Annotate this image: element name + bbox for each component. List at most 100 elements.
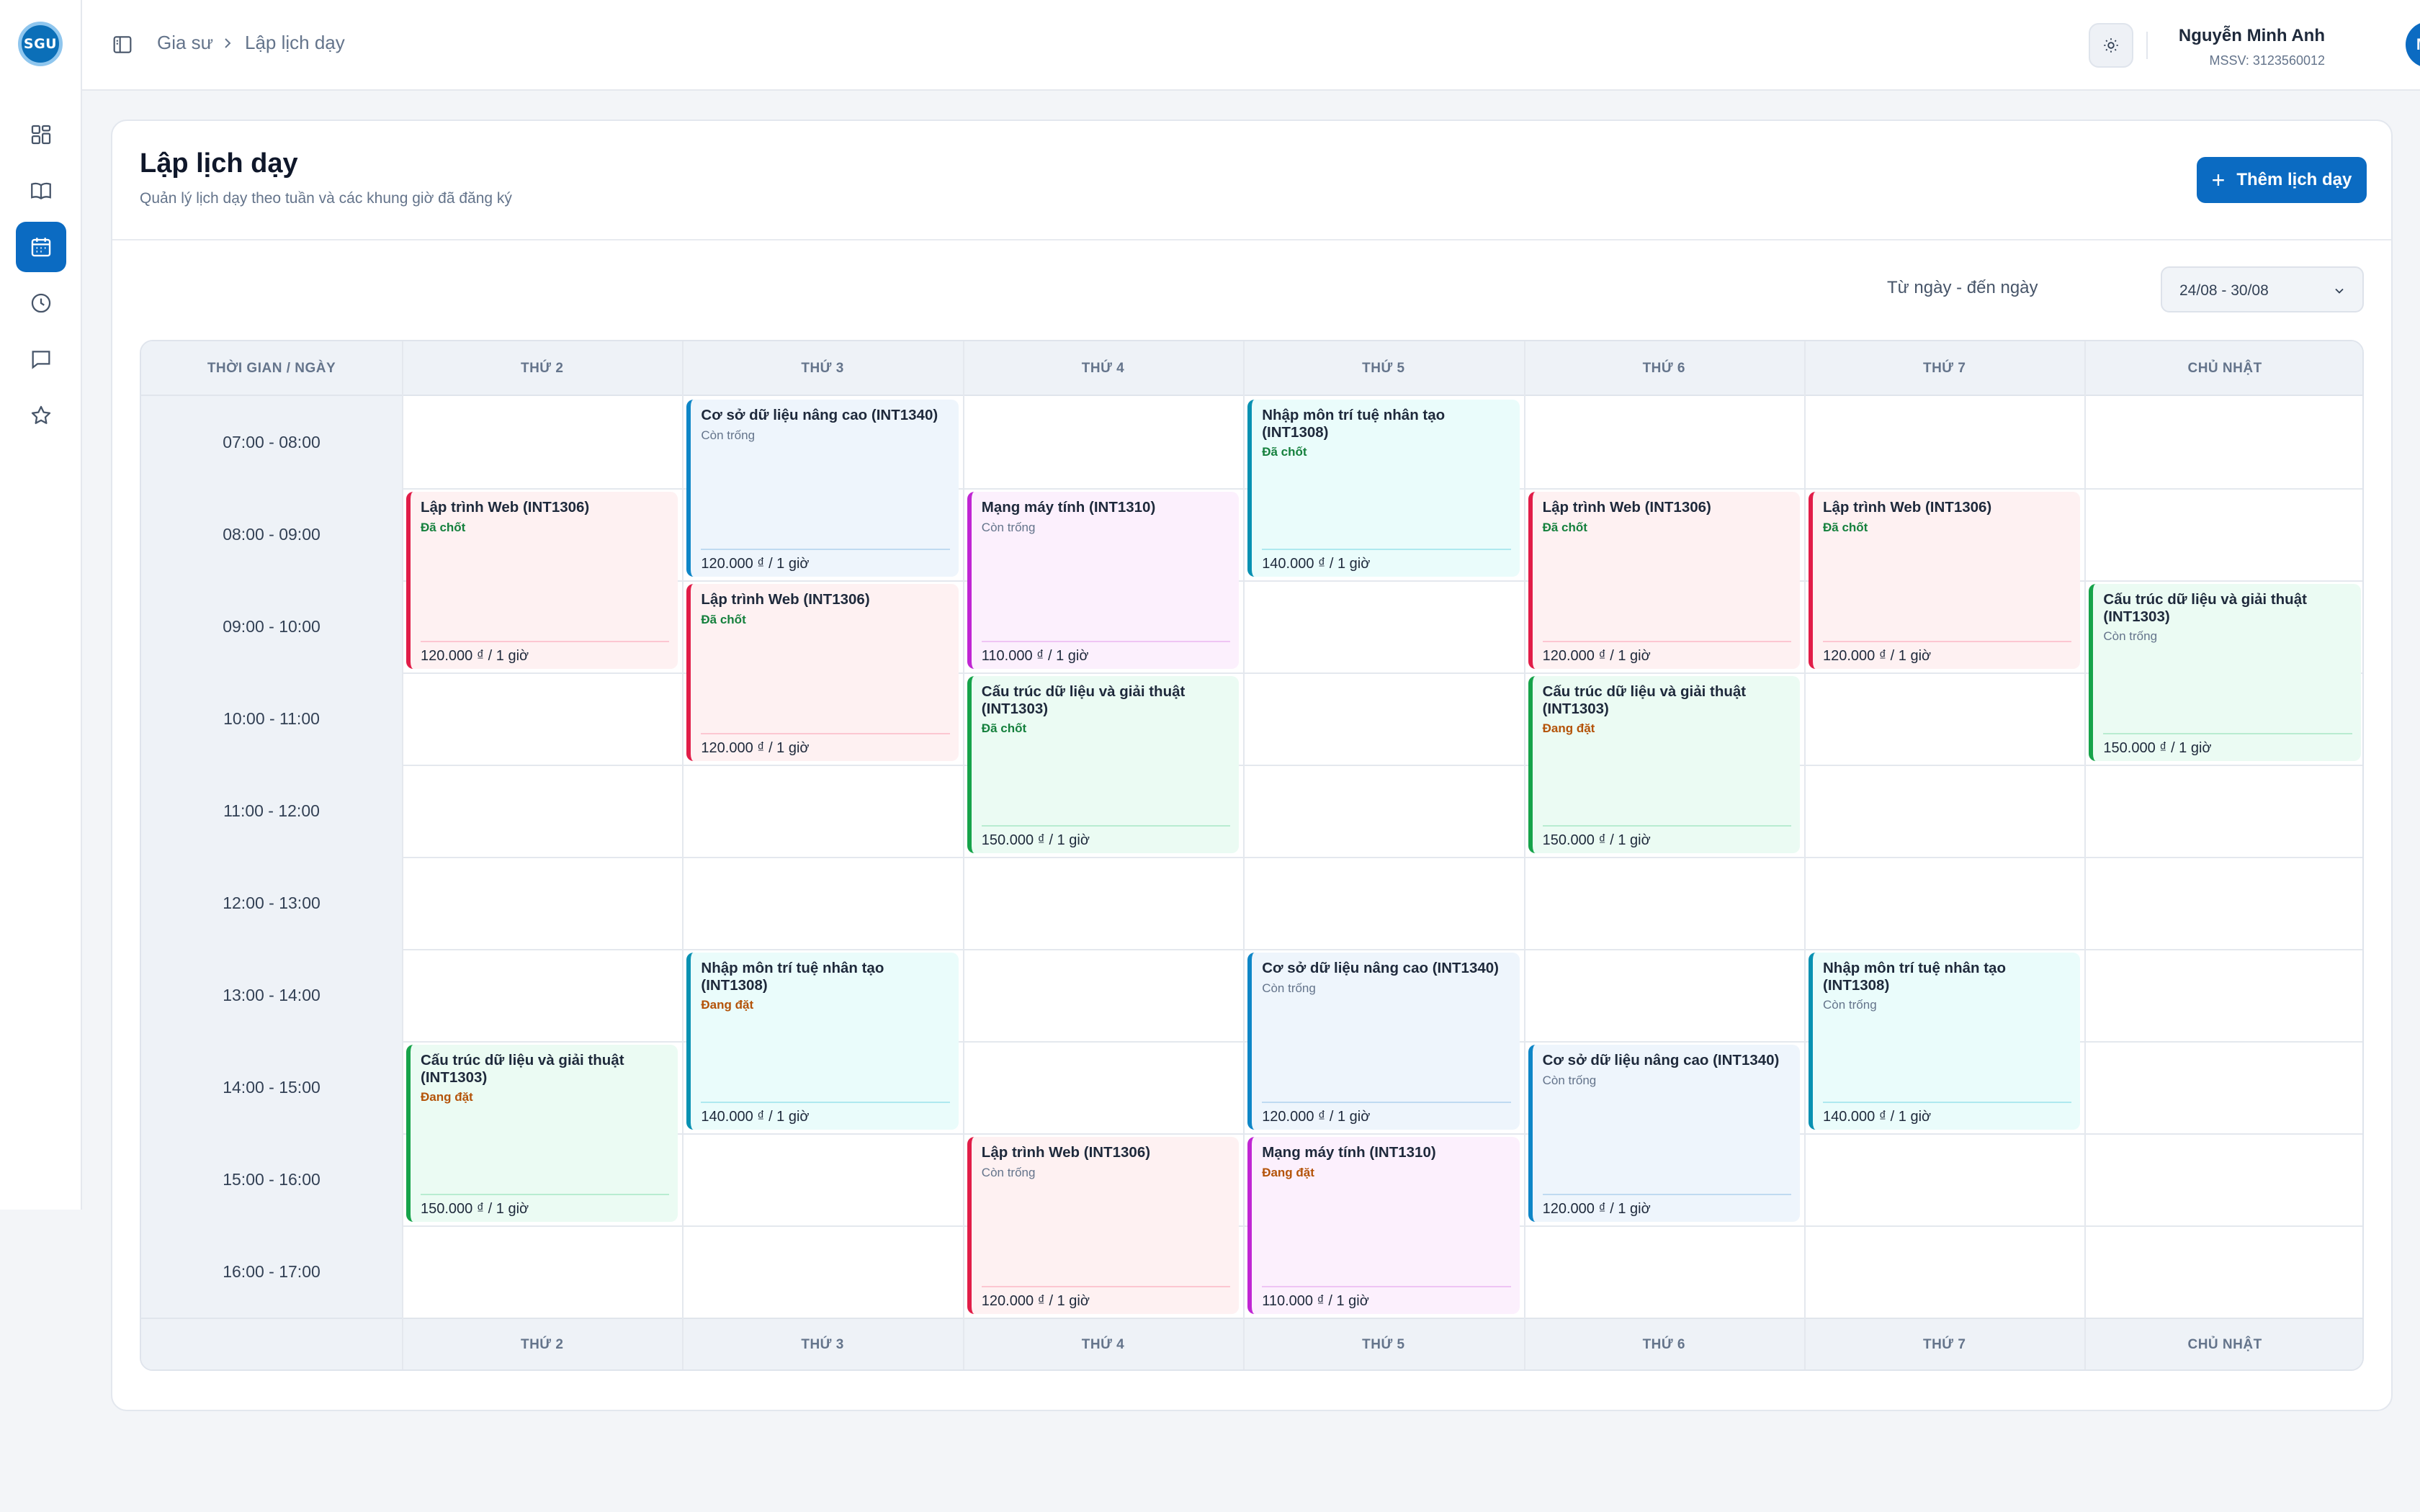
grid-row-divider <box>402 765 2362 766</box>
time-slot-label: 11:00 - 12:00 <box>223 801 320 820</box>
schedule-event-card[interactable]: Mạng máy tính (INT1310) Còn trống 110.000 … <box>967 492 1240 669</box>
sidebar-item-messages[interactable] <box>16 334 66 384</box>
add-schedule-button[interactable]: + Thêm lịch dạy <box>2197 157 2367 203</box>
event-price: 120.000 ₫ / 1 giờ <box>1542 641 1791 665</box>
event-status: Đã chốt <box>1262 445 1307 459</box>
star-icon <box>31 405 51 424</box>
event-price: 150.000 ₫ / 1 giờ <box>2103 733 2352 757</box>
grid-column-divider <box>1804 341 1806 1369</box>
sidebar-item-courses[interactable] <box>16 166 66 216</box>
time-slot-label: 14:00 - 15:00 <box>223 1077 321 1097</box>
schedule-event-card[interactable]: Mạng máy tính (INT1310) Đang đặt 110.000 ₫… <box>1247 1137 1520 1314</box>
chat-icon <box>32 351 50 369</box>
event-status: Đã chốt <box>701 612 746 626</box>
schedule-grid: THỜI GIAN / NGÀY THỨ 2 THỨ 2 THỨ 3 THỨ 3 THỨ… <box>140 340 2364 1371</box>
schedule-event-card[interactable]: Cấu trúc dữ liệu và giải thuật (INT1303)… <box>406 1045 678 1222</box>
event-title: Cấu trúc dữ liệu và giải thuật (INT1303) <box>1542 683 1747 717</box>
day-header: CHỦ NHẬT <box>2187 361 2262 376</box>
day-header: THỨ 6 <box>1642 361 1685 376</box>
event-title: Cấu trúc dữ liệu và giải thuật (INT1303) <box>2103 591 2307 625</box>
schedule-event-card[interactable]: Cấu trúc dữ liệu và giải thuật (INT1303)… <box>1528 676 1800 853</box>
event-status: Còn trống <box>981 1165 1036 1179</box>
event-title: Nhập môn trí tuệ nhân tạo (INT1308) <box>1262 407 1446 441</box>
book-icon <box>31 182 51 199</box>
breadcrumb-current: Lập lịch dạy <box>245 32 345 53</box>
event-title: Lập trình Web (INT1306) <box>701 591 870 608</box>
sidebar: SGU <box>0 0 82 1210</box>
event-status: Còn trống <box>1823 998 1877 1012</box>
event-title: Nhập môn trí tuệ nhân tạo (INT1308) <box>701 960 884 994</box>
sidebar-item-schedule[interactable] <box>16 222 66 272</box>
day-footer: THỨ 3 <box>801 1337 844 1352</box>
sidebar-item-reviews[interactable] <box>16 390 66 441</box>
chevron-down-icon <box>2335 288 2344 294</box>
time-slot-label: 09:00 - 10:00 <box>223 616 321 636</box>
schedule-event-card[interactable]: Lập trình Web (INT1306) Đã chốt 120.000 ₫ … <box>1528 492 1800 669</box>
time-slot-label: 16:00 - 17:00 <box>223 1261 321 1281</box>
schedule-event-card[interactable]: Nhập môn trí tuệ nhân tạo (INT1308) Đang … <box>686 953 959 1130</box>
event-price: 140.000 ₫ / 1 giờ <box>1823 1102 2072 1125</box>
grid-row-divider <box>402 857 2362 858</box>
breadcrumb-parent[interactable]: Gia sư <box>157 32 213 54</box>
event-title: Cấu trúc dữ liệu và giải thuật (INT1303) <box>981 683 1186 717</box>
schedule-event-card[interactable]: Nhập môn trí tuệ nhân tạo (INT1308) Đã ch… <box>1247 400 1520 577</box>
date-range-select[interactable]: 24/08 - 30/08 <box>2161 266 2364 312</box>
event-status: Còn trống <box>1542 1073 1597 1087</box>
schedule-event-card[interactable]: Lập trình Web (INT1306) Đã chốt 120.000 ₫ … <box>1809 492 2081 669</box>
top-header: Gia sư Lập lịch dạy Nguyễn Minh Anh MSSV… <box>82 0 2420 91</box>
schedule-event-card[interactable]: Lập trình Web (INT1306) Đã chốt 120.000 ₫ … <box>406 492 678 669</box>
event-price: 140.000 ₫ / 1 giờ <box>1262 549 1511 572</box>
avatar[interactable]: MA <box>2406 22 2420 68</box>
schedule-event-card[interactable]: Cơ sở dữ liệu nâng cao (INT1340) Còn trốn… <box>1247 953 1520 1130</box>
theme-toggle-button[interactable] <box>2089 23 2133 68</box>
event-price: 140.000 ₫ / 1 giờ <box>701 1102 950 1125</box>
event-price: 150.000 ₫ / 1 giờ <box>421 1194 670 1218</box>
time-slot-label: 13:00 - 14:00 <box>223 985 321 1004</box>
sgu-logo[interactable]: SGU <box>18 22 63 66</box>
event-status: Còn trống <box>701 428 756 442</box>
day-header: THỨ 7 <box>1922 361 1966 376</box>
schedule-event-card[interactable]: Lập trình Web (INT1306) Đã chốt 120.000 ₫ … <box>686 584 959 761</box>
event-status: Còn trống <box>981 520 1036 534</box>
schedule-event-card[interactable]: Cơ sở dữ liệu nâng cao (INT1340) Còn trốn… <box>1528 1045 1800 1222</box>
plus-icon: + <box>2211 167 2226 193</box>
day-footer: THỨ 6 <box>1642 1337 1685 1352</box>
day-footer: THỨ 5 <box>1362 1337 1405 1352</box>
event-price: 150.000 ₫ / 1 giờ <box>981 825 1231 849</box>
event-status: Đang đặt <box>421 1090 473 1104</box>
grid-row-divider <box>402 1133 2362 1135</box>
card-header: Lập lịch dạy Quản lý lịch dạy theo tuần … <box>112 121 2391 240</box>
sidebar-item-history[interactable] <box>16 278 66 328</box>
event-price: 150.000 ₫ / 1 giờ <box>1542 825 1791 849</box>
date-range-value: 24/08 - 30/08 <box>2179 282 2269 299</box>
schedule-event-card[interactable]: Lập trình Web (INT1306) Còn trống 120.000 … <box>967 1137 1240 1314</box>
grid-row-divider <box>402 949 2362 950</box>
user-name: Nguyễn Minh Anh <box>2178 26 2325 45</box>
schedule-event-card[interactable]: Cấu trúc dữ liệu và giải thuật (INT1303)… <box>2089 584 2361 761</box>
event-title: Mạng máy tính (INT1310) <box>981 499 1156 516</box>
event-status: Đã chốt <box>1542 520 1587 534</box>
event-price: 120.000 ₫ / 1 giờ <box>1262 1102 1511 1125</box>
corner-label: THỜI GIAN / NGÀY <box>207 361 336 376</box>
grid-icon <box>31 125 51 145</box>
event-price: 120.000 ₫ / 1 giờ <box>701 549 950 572</box>
sun-icon <box>2104 38 2118 53</box>
grid-column-divider <box>2084 341 2087 1369</box>
event-price: 120.000 ₫ / 1 giờ <box>981 1286 1231 1310</box>
event-status: Đang đặt <box>1542 721 1595 736</box>
time-slot-label: 08:00 - 09:00 <box>223 524 321 544</box>
schedule-event-card[interactable]: Cấu trúc dữ liệu và giải thuật (INT1303)… <box>967 676 1240 853</box>
event-price: 110.000 ₫ / 1 giờ <box>981 641 1231 665</box>
sidebar-item-dashboard[interactable] <box>16 109 66 160</box>
event-title: Cơ sở dữ liệu nâng cao (INT1340) <box>701 407 938 423</box>
event-status: Đang đặt <box>1262 1165 1314 1179</box>
day-footer: THỨ 2 <box>520 1337 564 1352</box>
schedule-event-card[interactable]: Cơ sở dữ liệu nâng cao (INT1340) Còn trốn… <box>686 400 959 577</box>
day-header: THỨ 5 <box>1362 361 1405 376</box>
page-title: Lập lịch dạy <box>140 148 298 179</box>
sidebar-toggle-icon[interactable] <box>111 33 134 56</box>
event-title: Lập trình Web (INT1306) <box>1823 499 1992 516</box>
schedule-event-card[interactable]: Nhập môn trí tuệ nhân tạo (INT1308) Còn t… <box>1809 953 2081 1130</box>
add-schedule-label: Thêm lịch dạy <box>2236 170 2352 189</box>
event-title: Nhập môn trí tuệ nhân tạo (INT1308) <box>1823 960 2006 994</box>
